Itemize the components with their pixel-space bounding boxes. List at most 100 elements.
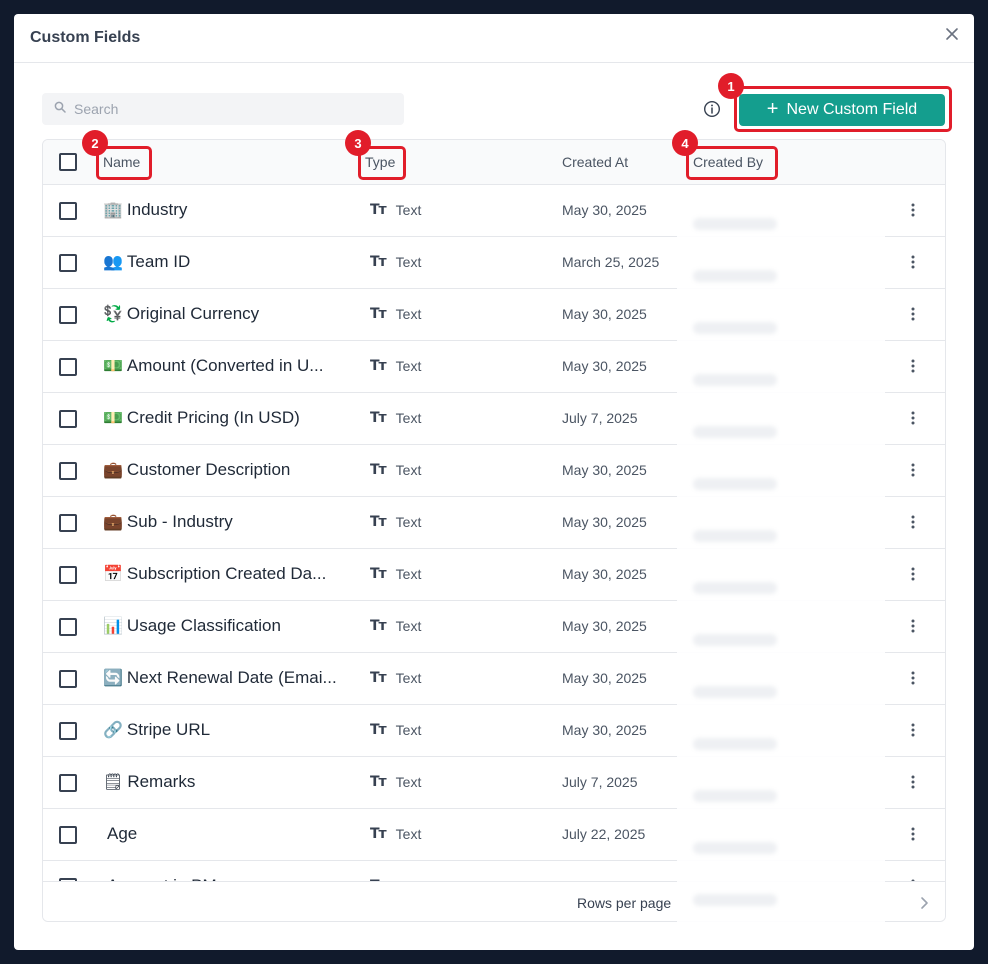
created-at-cell: May 30, 2025 (562, 202, 647, 218)
field-emoji-icon: 💼 (103, 460, 123, 479)
field-name: Age (107, 824, 138, 843)
text-type-icon: Tт (370, 202, 387, 218)
created-at-cell: May 30, 2025 (562, 618, 647, 634)
column-header-type[interactable]: Type (365, 154, 395, 170)
field-name-cell: 💵 Credit Pricing (In USD) (103, 408, 343, 428)
more-options-icon[interactable] (903, 823, 923, 845)
more-options-icon[interactable] (903, 563, 923, 585)
redacted-creator (693, 790, 777, 802)
field-name-cell: 💱 Original Currency (103, 304, 343, 324)
field-type-cell: Tт Text (370, 566, 421, 582)
more-options-icon[interactable] (903, 251, 923, 273)
created-at-cell: July 22, 2025 (562, 826, 646, 842)
redacted-creator (693, 426, 777, 438)
text-type-icon: Tт (370, 618, 387, 634)
more-options-icon[interactable] (903, 407, 923, 429)
more-options-icon[interactable] (903, 355, 923, 377)
row-checkbox[interactable] (59, 566, 77, 584)
row-checkbox[interactable] (59, 826, 77, 844)
more-options-icon[interactable] (903, 667, 923, 689)
info-icon[interactable] (703, 100, 721, 118)
field-emoji-icon: 👥 (103, 252, 123, 271)
text-type-icon: Tт (370, 722, 387, 738)
field-type: Text (395, 774, 422, 790)
field-type-cell: Tт Text (370, 618, 421, 634)
field-name-cell: 🔗 Stripe URL (103, 720, 343, 740)
row-checkbox[interactable] (59, 618, 77, 636)
field-name: Subscription Created Da... (126, 564, 327, 583)
row-checkbox[interactable] (59, 254, 77, 272)
row-checkbox[interactable] (59, 670, 77, 688)
new-custom-field-label: New Custom Field (786, 101, 918, 118)
row-checkbox[interactable] (59, 306, 77, 324)
field-emoji-icon: 📊 (103, 616, 123, 635)
created-at-cell: July 7, 2025 (562, 410, 638, 426)
created-at-cell: May 30, 2025 (562, 722, 647, 738)
field-name: Amount (Converted in U... (126, 356, 324, 375)
more-options-icon[interactable] (903, 719, 923, 741)
more-options-icon[interactable] (903, 615, 923, 637)
row-checkbox[interactable] (59, 514, 77, 532)
redacted-creator (693, 322, 777, 334)
field-emoji-icon: 🗒 (103, 772, 124, 791)
column-header-name[interactable]: Name (103, 154, 140, 170)
field-name-cell: 💼 Customer Description (103, 460, 343, 480)
field-type: Text (395, 462, 422, 478)
text-type-icon: Tт (370, 774, 387, 790)
field-name: Sub - Industry (126, 512, 233, 531)
created-at-cell: May 30, 2025 (562, 358, 647, 374)
annotation-badge-4: 4 (672, 130, 698, 156)
redacted-creator (693, 894, 777, 906)
field-type-cell: Tт Text (370, 306, 421, 322)
annotation-badge-1: 1 (718, 73, 744, 99)
redacted-creator (693, 582, 777, 594)
rows-per-page-label: Rows per page (577, 895, 672, 911)
field-emoji-icon: 💵 (103, 408, 123, 427)
select-all-checkbox[interactable] (59, 153, 77, 171)
field-name: Credit Pricing (In USD) (126, 408, 300, 427)
field-emoji-icon: 💱 (103, 304, 123, 323)
redacted-creator (693, 842, 777, 854)
field-type: Text (395, 254, 422, 270)
column-header-created-by[interactable]: Created By (693, 154, 763, 170)
row-checkbox[interactable] (59, 722, 77, 740)
search-icon (54, 100, 66, 118)
redacted-creator (693, 270, 777, 282)
field-type: Text (395, 202, 422, 218)
chevron-right-icon[interactable] (915, 894, 933, 912)
annotation-badge-3: 3 (345, 130, 371, 156)
row-checkbox[interactable] (59, 410, 77, 428)
more-options-icon[interactable] (903, 771, 923, 793)
search-box[interactable] (42, 93, 404, 125)
more-options-icon[interactable] (903, 459, 923, 481)
field-name-cell: 📊 Usage Classification (103, 616, 343, 636)
row-checkbox[interactable] (59, 358, 77, 376)
redacted-creator (693, 478, 777, 490)
field-type-cell: Tт Text (370, 410, 421, 426)
field-name: Industry (126, 200, 188, 219)
column-header-created-at[interactable]: Created At (562, 154, 628, 170)
search-input[interactable] (74, 101, 374, 117)
more-options-icon[interactable] (903, 511, 923, 533)
field-type: Text (395, 514, 422, 530)
field-type: Text (395, 618, 422, 634)
field-emoji-icon: 🔄 (103, 668, 123, 687)
created-at-cell: March 25, 2025 (562, 254, 660, 270)
row-checkbox[interactable] (59, 774, 77, 792)
row-checkbox[interactable] (59, 202, 77, 220)
field-type-cell: Tт Text (370, 358, 421, 374)
more-options-icon[interactable] (903, 303, 923, 325)
row-checkbox[interactable] (59, 462, 77, 480)
more-options-icon[interactable] (903, 199, 923, 221)
field-name: Remarks (127, 772, 196, 791)
close-icon[interactable] (940, 22, 964, 46)
field-type-cell: Tт Text (370, 826, 421, 842)
redacted-creator (693, 634, 777, 646)
redacted-creator (693, 218, 777, 230)
field-name: Usage Classification (126, 616, 281, 635)
field-type-cell: Tт Text (370, 254, 421, 270)
new-custom-field-button[interactable]: + New Custom Field (739, 94, 945, 126)
field-name-cell: 🔄 Next Renewal Date (Emai... (103, 668, 343, 688)
text-type-icon: Tт (370, 826, 387, 842)
field-emoji-icon: 🔗 (103, 720, 123, 739)
